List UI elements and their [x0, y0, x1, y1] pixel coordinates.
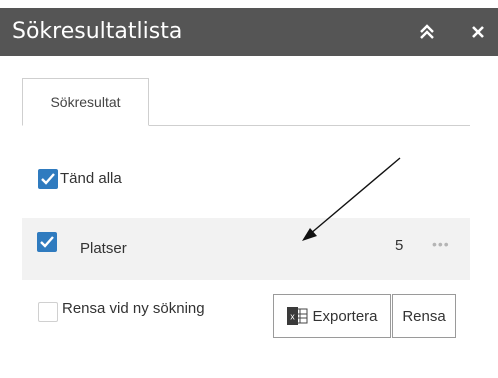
- toggle-all-label: Tänd alla: [60, 170, 122, 187]
- svg-text:x: x: [291, 312, 296, 322]
- excel-icon: x: [287, 307, 308, 325]
- toggle-all-checkbox[interactable]: [38, 169, 58, 189]
- widget-title: Sökresultatlista: [12, 19, 183, 44]
- tab-search-results[interactable]: Sökresultat: [22, 78, 149, 126]
- clear-button-label: Rensa: [402, 307, 446, 325]
- layer-count-badge: 5: [395, 237, 404, 254]
- clear-on-new-search-checkbox[interactable]: [38, 302, 58, 322]
- close-icon: [472, 26, 484, 38]
- layer-label-platser: Platser: [80, 240, 127, 257]
- tab-label: Sökresultat: [50, 94, 121, 110]
- close-button[interactable]: [463, 16, 493, 48]
- collapse-button[interactable]: [412, 16, 442, 48]
- double-chevron-up-icon: [420, 24, 434, 39]
- export-button-label: Exportera: [312, 307, 378, 325]
- export-button[interactable]: x Exportera: [273, 294, 391, 338]
- checkmark-icon: [41, 173, 55, 185]
- search-results-widget: Sökresultatlista Sökresultat Tänd alla P…: [0, 0, 498, 378]
- layer-checkbox-platser[interactable]: [37, 232, 57, 252]
- clear-on-new-search-label: Rensa vid ny sökning: [62, 300, 205, 317]
- more-dots-icon[interactable]: •••: [432, 236, 450, 252]
- checkmark-icon: [40, 236, 54, 248]
- widget-header: Sökresultatlista: [0, 8, 498, 56]
- clear-button[interactable]: Rensa: [392, 294, 456, 338]
